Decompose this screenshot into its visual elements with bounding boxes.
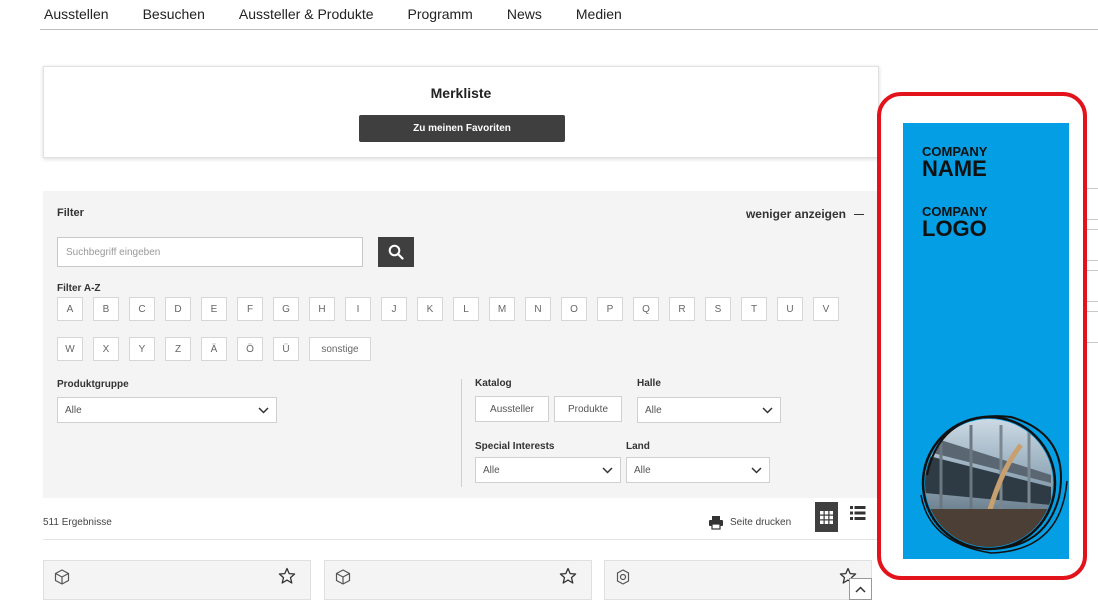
chevron-down-icon [602, 466, 613, 474]
nav-item[interactable]: Programm [408, 6, 473, 22]
letter-filter-button[interactable]: M [489, 297, 515, 321]
letter-filter-button[interactable]: H [309, 297, 335, 321]
show-less-label: weniger anzeigen [745, 207, 846, 221]
letter-filter-button[interactable]: P [597, 297, 623, 321]
nav-item[interactable]: Ausstellen [44, 6, 109, 22]
chevron-down-icon [751, 466, 762, 474]
package-icon [54, 569, 70, 585]
nav-item[interactable]: News [507, 6, 542, 22]
results-divider [43, 539, 878, 540]
package-icon [335, 569, 351, 585]
highlight-frame [877, 92, 1087, 580]
letter-filter-button[interactable]: K [417, 297, 443, 321]
print-page-button[interactable]: Seite drucken [708, 515, 791, 530]
result-card[interactable] [604, 560, 872, 600]
minus-icon [854, 213, 864, 215]
produktgruppe-select[interactable]: Alle [57, 397, 277, 423]
nav-divider [40, 29, 1098, 30]
result-card[interactable] [43, 560, 311, 600]
list-icon [850, 506, 866, 520]
letter-filter-button[interactable]: A [57, 297, 83, 321]
letter-filter-button[interactable]: Z [165, 337, 191, 361]
merkliste-title: Merkliste [430, 85, 492, 101]
land-label: Land [626, 441, 650, 452]
special-interests-value: Alle [483, 464, 500, 476]
letter-filter-button[interactable]: Ä [201, 337, 227, 361]
produktgruppe-label: Produktgruppe [57, 379, 129, 390]
nav-item[interactable]: Besuchen [143, 6, 205, 22]
letter-filter-button[interactable]: D [165, 297, 191, 321]
letter-filter-button[interactable]: C [129, 297, 155, 321]
show-less-toggle[interactable]: weniger anzeigen [746, 207, 864, 221]
printer-icon [709, 516, 723, 530]
letter-filter-button[interactable]: sonstige [309, 337, 371, 361]
az-row-1: ABCDEFGHIJKLMNOPQRSTUV [57, 297, 849, 321]
special-interests-label: Special Interests [475, 441, 555, 452]
letter-filter-button[interactable]: Y [129, 337, 155, 361]
katalog-aussteller-button[interactable]: Aussteller [475, 396, 549, 422]
side-tab[interactable] [1086, 188, 1098, 220]
letter-filter-button[interactable]: N [525, 297, 551, 321]
halle-label: Halle [637, 378, 661, 389]
letter-filter-button[interactable]: S [705, 297, 731, 321]
letter-filter-button[interactable]: O [561, 297, 587, 321]
search-input[interactable] [57, 237, 363, 267]
land-value: Alle [634, 464, 651, 476]
search-bar [57, 237, 414, 267]
side-tab[interactable] [1086, 229, 1098, 261]
chevron-up-icon [855, 585, 866, 593]
letter-filter-button[interactable]: U [777, 297, 803, 321]
letter-filter-button[interactable]: I [345, 297, 371, 321]
star-icon[interactable] [559, 567, 577, 585]
katalog-produkte-button[interactable]: Produkte [554, 396, 622, 422]
letter-filter-button[interactable]: V [813, 297, 839, 321]
letter-filter-button[interactable]: Q [633, 297, 659, 321]
grid-view-button[interactable] [815, 502, 838, 532]
side-tab[interactable] [1086, 270, 1098, 302]
letter-filter-button[interactable]: R [669, 297, 695, 321]
halle-select[interactable]: Alle [637, 397, 781, 423]
letter-filter-button[interactable]: W [57, 337, 83, 361]
halle-value: Alle [645, 404, 662, 416]
letter-filter-button[interactable]: G [273, 297, 299, 321]
az-row-2: W X Y Z Ä Ö Üsonstige [57, 337, 381, 361]
chevron-down-icon [762, 406, 773, 414]
star-icon[interactable] [278, 567, 296, 585]
print-label: Seite drucken [730, 517, 792, 528]
katalog-label: Katalog [475, 378, 512, 389]
nav-item[interactable]: Medien [576, 6, 622, 22]
filter-az-label: Filter A-Z [57, 283, 101, 294]
letter-filter-button[interactable]: B [93, 297, 119, 321]
letter-filter-button[interactable]: L [453, 297, 479, 321]
merkliste-panel: Merkliste Zu meinen Favoriten [43, 66, 879, 158]
list-view-button[interactable] [850, 505, 866, 526]
top-navigation: Ausstellen Besuchen Aussteller & Produkte P… [0, 0, 1098, 30]
nav-items: Ausstellen Besuchen Aussteller & Produkte P… [44, 6, 656, 22]
letter-filter-button[interactable]: Ü [273, 337, 299, 361]
letter-filter-button[interactable]: T [741, 297, 767, 321]
nav-item[interactable]: Aussteller & Produkte [239, 6, 374, 22]
result-card[interactable] [324, 560, 592, 600]
grid-icon [820, 510, 833, 524]
letter-filter-button[interactable]: E [201, 297, 227, 321]
scroll-to-top-button[interactable] [849, 578, 872, 600]
special-interests-select[interactable]: Alle [475, 457, 621, 483]
filter-panel: Filter weniger anzeigen Filter A-Z ABCDE… [43, 191, 878, 498]
letter-filter-button[interactable]: J [381, 297, 407, 321]
results-count: 511 Ergebnisse [43, 517, 112, 528]
search-button[interactable] [378, 237, 414, 267]
chevron-down-icon [258, 406, 269, 414]
favorites-button[interactable]: Zu meinen Favoriten [359, 115, 565, 142]
side-tab[interactable] [1086, 311, 1098, 343]
letter-filter-button[interactable]: X [93, 337, 119, 361]
badge-icon [616, 569, 630, 585]
filter-divider [461, 379, 462, 487]
filter-title: Filter [57, 207, 84, 219]
letter-filter-button[interactable]: Ö [237, 337, 263, 361]
letter-filter-button[interactable]: F [237, 297, 263, 321]
land-select[interactable]: Alle [626, 457, 770, 483]
produktgruppe-value: Alle [65, 404, 82, 416]
search-icon [388, 244, 404, 260]
